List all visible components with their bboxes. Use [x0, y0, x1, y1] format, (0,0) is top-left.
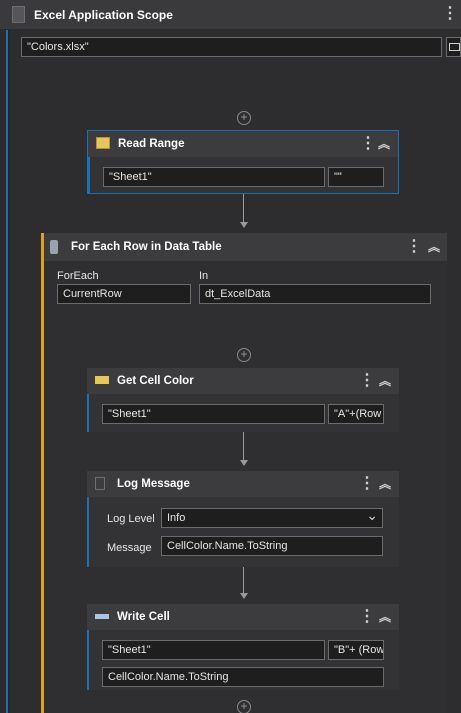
- connector-arrow-icon: [240, 222, 248, 228]
- log-message-card[interactable]: Log Message ⋮ ︽ Log Level Info ⌄ Message…: [87, 471, 399, 567]
- log-level-select[interactable]: Info ⌄: [161, 508, 383, 528]
- get-cell-color-icon: [95, 376, 109, 384]
- scope-selection-bar: [0, 30, 8, 713]
- get-cell-color-title: Get Cell Color: [117, 375, 194, 387]
- connector-line: [243, 194, 244, 222]
- for-each-title: For Each Row in Data Table: [71, 241, 222, 253]
- get-cell-color-more-icon[interactable]: ⋮: [359, 373, 375, 389]
- chevron-down-icon: ⌄: [366, 508, 378, 523]
- log-message-title: Log Message: [117, 478, 190, 490]
- in-datatable-input[interactable]: dt_ExcelData: [199, 284, 431, 304]
- write-cell-more-icon[interactable]: ⋮: [359, 609, 375, 625]
- log-level-value: Info: [167, 512, 186, 524]
- write-cell-card[interactable]: Write Cell ⋮ ︽ "Sheet1" "B"+ (Row CellCo…: [87, 604, 399, 690]
- read-range-range-input[interactable]: "": [328, 167, 384, 187]
- for-each-collapse-icon[interactable]: ︽: [428, 241, 440, 253]
- workbook-path-input[interactable]: "Colors.xlsx": [21, 37, 442, 57]
- get-cell-color-header: Get Cell Color ⋮ ︽: [87, 368, 399, 394]
- write-cell-collapse-icon[interactable]: ︽: [379, 611, 391, 623]
- message-input[interactable]: CellColor.Name.ToString: [161, 536, 383, 556]
- read-range-icon: [96, 137, 110, 149]
- read-range-sheet-input[interactable]: "Sheet1": [103, 167, 325, 187]
- read-range-more-icon[interactable]: ⋮: [360, 136, 376, 152]
- connector-arrow-icon: [240, 460, 248, 466]
- read-range-title: Read Range: [118, 138, 185, 150]
- log-message-icon: [95, 477, 105, 490]
- message-label: Message: [107, 542, 152, 554]
- connector-arrow-icon: [240, 593, 248, 599]
- write-cell-icon: [95, 614, 109, 619]
- in-label: In: [199, 270, 209, 282]
- write-cell-title: Write Cell: [117, 611, 170, 623]
- for-each-icon: [50, 240, 58, 254]
- browse-folder-icon[interactable]: [446, 37, 461, 57]
- add-activity-icon[interactable]: +: [237, 111, 251, 125]
- write-cell-value-input[interactable]: CellColor.Name.ToString: [102, 667, 384, 687]
- write-cell-cell-input[interactable]: "B"+ (Row: [328, 640, 384, 660]
- log-message-more-icon[interactable]: ⋮: [359, 476, 375, 492]
- log-level-label: Log Level: [107, 513, 155, 525]
- read-range-collapse-icon[interactable]: ︽: [378, 138, 390, 150]
- excel-scope-title: Excel Application Scope: [34, 8, 173, 22]
- excel-scope-header[interactable]: Excel Application Scope ⋮: [0, 0, 461, 30]
- read-range-card[interactable]: Read Range ⋮ ︽ "Sheet1" "": [87, 130, 399, 194]
- log-message-header: Log Message ⋮ ︽: [87, 471, 399, 497]
- get-cell-color-cell-input[interactable]: "A"+(Row: [328, 404, 384, 424]
- get-cell-color-sheet-input[interactable]: "Sheet1": [102, 404, 325, 424]
- add-activity-icon[interactable]: +: [237, 700, 251, 713]
- read-range-header: Read Range ⋮ ︽: [88, 131, 398, 157]
- connector-line: [243, 432, 244, 460]
- for-each-header: For Each Row in Data Table ⋮ ︽: [44, 233, 447, 261]
- for-each-more-icon[interactable]: ⋮: [406, 239, 422, 255]
- excel-scope-icon: [12, 6, 25, 23]
- foreach-label: ForEach: [57, 270, 99, 282]
- excel-scope-more-icon[interactable]: ⋮: [442, 6, 458, 22]
- get-cell-color-collapse-icon[interactable]: ︽: [379, 375, 391, 387]
- connector-line: [243, 567, 244, 593]
- add-activity-icon[interactable]: +: [237, 348, 251, 362]
- log-message-collapse-icon[interactable]: ︽: [379, 478, 391, 490]
- foreach-variable-input[interactable]: CurrentRow: [57, 284, 191, 304]
- write-cell-header: Write Cell ⋮ ︽: [87, 604, 399, 630]
- get-cell-color-card[interactable]: Get Cell Color ⋮ ︽ "Sheet1" "A"+(Row: [87, 368, 399, 432]
- write-cell-sheet-input[interactable]: "Sheet1": [102, 640, 325, 660]
